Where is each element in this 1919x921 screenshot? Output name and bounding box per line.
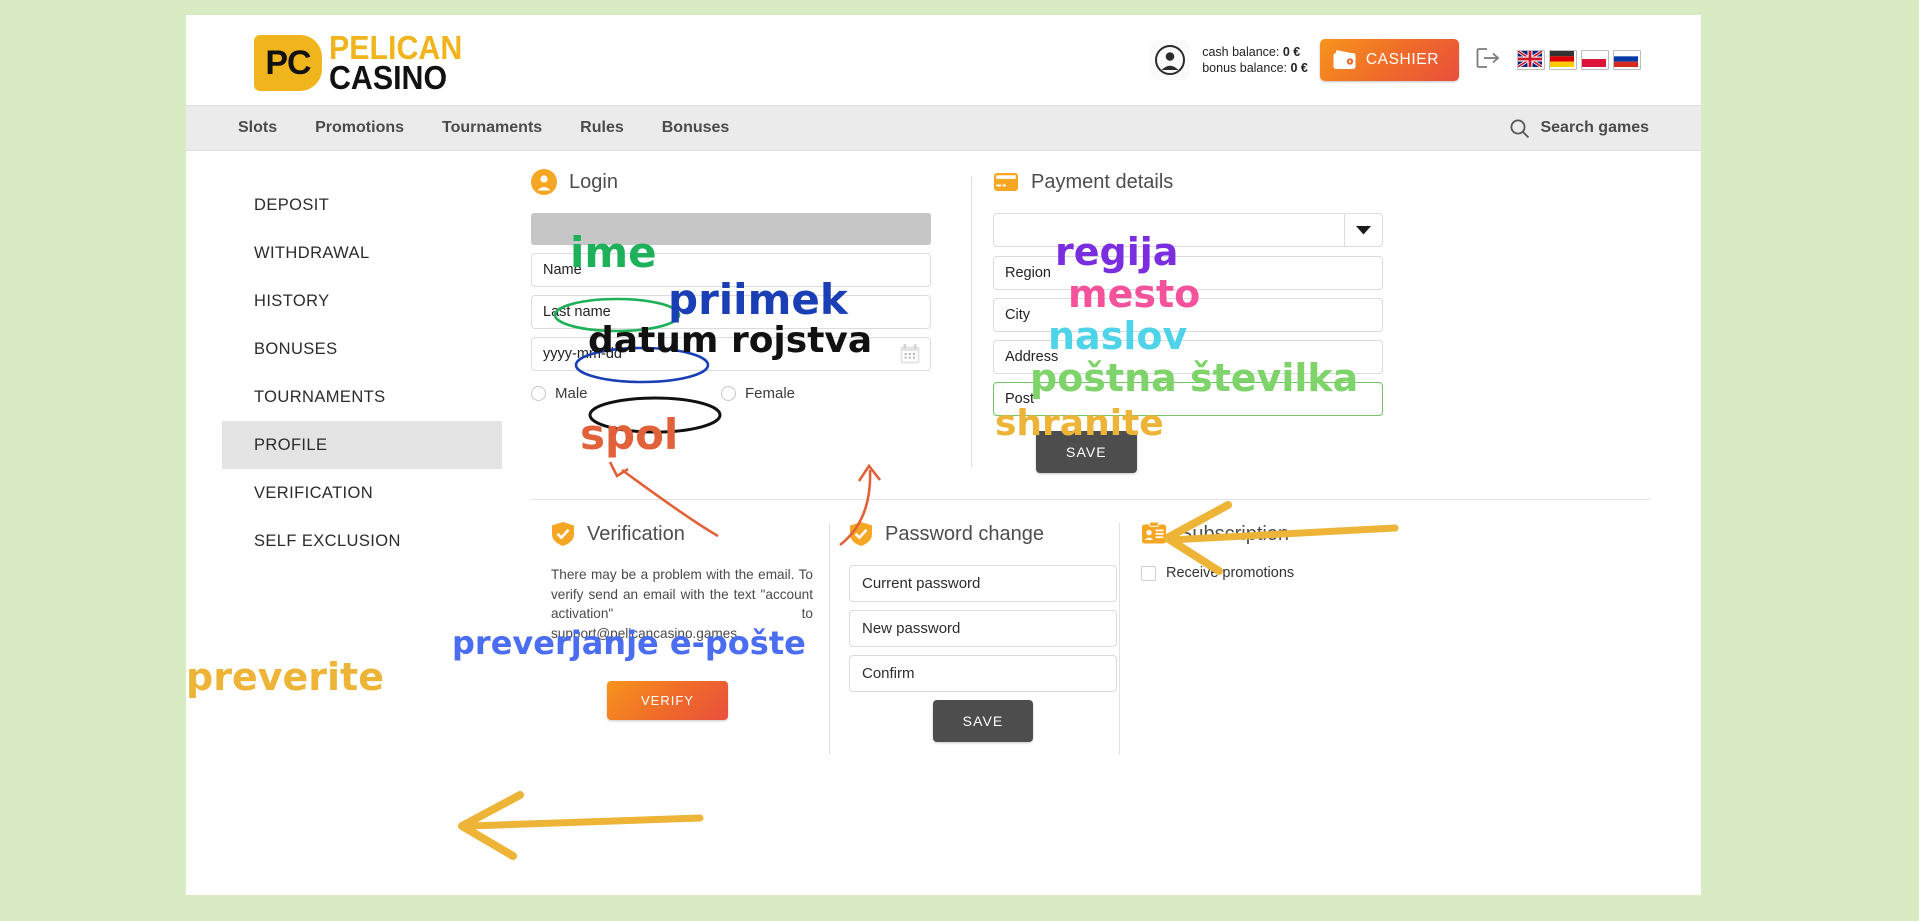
- balances: cash balance: 0 € bonus balance: 0 €: [1202, 44, 1308, 77]
- flag-russian-icon[interactable]: [1613, 50, 1641, 70]
- city-field[interactable]: City: [993, 298, 1383, 332]
- nav-item-promotions[interactable]: Promotions: [315, 119, 404, 137]
- country-select-value: [994, 214, 1344, 246]
- flag-polish-icon[interactable]: [1581, 50, 1609, 70]
- logout-button[interactable]: [1475, 46, 1501, 75]
- section-divider: [531, 499, 1651, 500]
- chevron-down-icon[interactable]: [1344, 214, 1382, 246]
- nav-items: Slots Promotions Tournaments Rules Bonus…: [238, 119, 729, 137]
- sidebar-item-profile[interactable]: PROFILE: [222, 421, 502, 469]
- login-section-header: Login: [531, 169, 931, 195]
- birthdate-placeholder: yyyy-mm-dd: [543, 346, 622, 362]
- confirm-password-field[interactable]: Confirm: [849, 655, 1117, 692]
- country-select[interactable]: [993, 213, 1383, 247]
- sidebar-item-deposit[interactable]: DEPOSIT: [222, 181, 502, 229]
- search-label: Search games: [1540, 119, 1649, 136]
- nav-item-slots[interactable]: Slots: [238, 119, 277, 137]
- id-card-icon: [1142, 521, 1166, 544]
- gender-radio-group: Male Female: [531, 381, 931, 405]
- gender-female-label: Female: [745, 384, 796, 402]
- radio-male-icon[interactable]: [531, 385, 546, 401]
- password-change-section: Password change Current password New pas…: [849, 521, 1117, 742]
- subscription-title: Subscription: [1179, 522, 1290, 545]
- sidebar-item-tournaments[interactable]: TOURNAMENTS: [222, 373, 502, 421]
- region-field[interactable]: Region: [993, 256, 1383, 290]
- password-change-header: Password change: [849, 521, 1117, 547]
- address-field[interactable]: Address: [993, 340, 1383, 374]
- logo-line-casino: CASINO: [329, 59, 448, 97]
- logo-badge: PC: [254, 35, 322, 92]
- logo-wordmark: PELICAN CASINO: [329, 31, 474, 97]
- flag-english-icon[interactable]: [1517, 49, 1545, 70]
- cash-balance-label: cash balance:: [1202, 44, 1280, 59]
- bonus-balance-label: bonus balance:: [1202, 61, 1288, 75]
- user-circle-icon: [1155, 45, 1186, 75]
- current-password-field[interactable]: Current password: [849, 565, 1117, 602]
- sidebar-item-self-exclusion[interactable]: SELF EXCLUSION: [222, 517, 502, 565]
- profile-save-button[interactable]: SAVE: [1036, 431, 1137, 473]
- user-badge-icon: [531, 169, 557, 195]
- site-logo[interactable]: PC PELICAN CASINO: [254, 31, 474, 97]
- login-title: Login: [569, 170, 618, 193]
- bottom-divider-2: [1119, 523, 1120, 755]
- column-divider: [971, 177, 972, 467]
- subscription-section: Subscription Receive promotions: [1141, 521, 1441, 581]
- cash-balance-value: 0 €: [1282, 44, 1301, 59]
- nav-item-rules[interactable]: Rules: [580, 119, 624, 137]
- avatar[interactable]: [1150, 40, 1191, 80]
- new-password-field[interactable]: New password: [849, 610, 1117, 647]
- sidebar-item-bonuses[interactable]: BONUSES: [222, 325, 502, 373]
- account-sidebar: DEPOSIT WITHDRAWAL HISTORY BONUSES TOURN…: [222, 181, 502, 565]
- nav-item-tournaments[interactable]: Tournaments: [442, 119, 542, 137]
- payment-section-header: Payment details: [993, 169, 1383, 195]
- payment-title: Payment details: [1031, 170, 1174, 193]
- receive-promotions-label: Receive promotions: [1166, 565, 1295, 581]
- receive-promotions-checkbox[interactable]: [1141, 565, 1156, 581]
- verification-section-header: Verification: [551, 521, 819, 547]
- receive-promotions-row[interactable]: Receive promotions: [1141, 565, 1441, 581]
- bonus-balance-value: 0 €: [1290, 61, 1308, 75]
- password-save-button[interactable]: SAVE: [932, 700, 1034, 742]
- sidebar-item-verification[interactable]: VERIFICATION: [222, 469, 502, 517]
- search-games-button[interactable]: Search games: [1509, 118, 1649, 139]
- site-header: PC PELICAN CASINO cash balance: 0 € bonu…: [186, 15, 1701, 105]
- payment-section: Payment details Region City Address Post: [993, 169, 1383, 424]
- name-field[interactable]: Name: [531, 253, 931, 287]
- calendar-icon[interactable]: [898, 342, 922, 370]
- sidebar-item-history[interactable]: HISTORY: [222, 277, 502, 325]
- main-navigation: Slots Promotions Tournaments Rules Bonus…: [186, 105, 1701, 151]
- verification-title: Verification: [587, 522, 685, 545]
- gender-male-option[interactable]: Male: [531, 385, 721, 402]
- credit-card-icon: [994, 173, 1018, 191]
- post-field[interactable]: Post: [993, 382, 1383, 416]
- cash-balance-row: cash balance: 0 €: [1202, 44, 1308, 61]
- verification-text: There may be a problem with the email. T…: [551, 567, 813, 641]
- radio-female-icon[interactable]: [721, 385, 736, 401]
- bottom-divider-1: [829, 523, 830, 755]
- site-panel: PC PELICAN CASINO cash balance: 0 € bonu…: [186, 15, 1701, 895]
- logout-icon: [1476, 47, 1500, 68]
- shield-check-icon: [850, 522, 872, 546]
- wallet-icon: [1333, 50, 1356, 69]
- verification-section: Verification There may be a problem with…: [551, 521, 819, 721]
- password-change-title: Password change: [885, 522, 1044, 545]
- email-field[interactable]: [531, 213, 931, 245]
- gender-female-option[interactable]: Female: [721, 385, 911, 402]
- shield-check-icon: [552, 522, 574, 546]
- nav-item-bonuses[interactable]: Bonuses: [662, 119, 730, 137]
- bonus-balance-row: bonus balance: 0 €: [1202, 60, 1308, 77]
- login-section: Login Name Last name yyyy-mm-dd Male Fem…: [531, 169, 931, 405]
- lastname-field[interactable]: Last name: [531, 295, 931, 329]
- flag-german-icon[interactable]: [1549, 50, 1577, 70]
- verify-button[interactable]: VERIFY: [607, 681, 728, 721]
- subscription-header: Subscription: [1141, 521, 1441, 547]
- cashier-button[interactable]: CASHIER: [1319, 39, 1459, 81]
- cashier-label: CASHIER: [1365, 51, 1439, 68]
- language-switcher: [1517, 49, 1641, 70]
- birthdate-field[interactable]: yyyy-mm-dd: [531, 337, 931, 371]
- sidebar-item-withdrawal[interactable]: WITHDRAWAL: [222, 229, 502, 277]
- search-icon: [1510, 119, 1530, 138]
- gender-male-label: Male: [555, 384, 588, 402]
- account-area: cash balance: 0 € bonus balance: 0 € CAS…: [1150, 35, 1641, 85]
